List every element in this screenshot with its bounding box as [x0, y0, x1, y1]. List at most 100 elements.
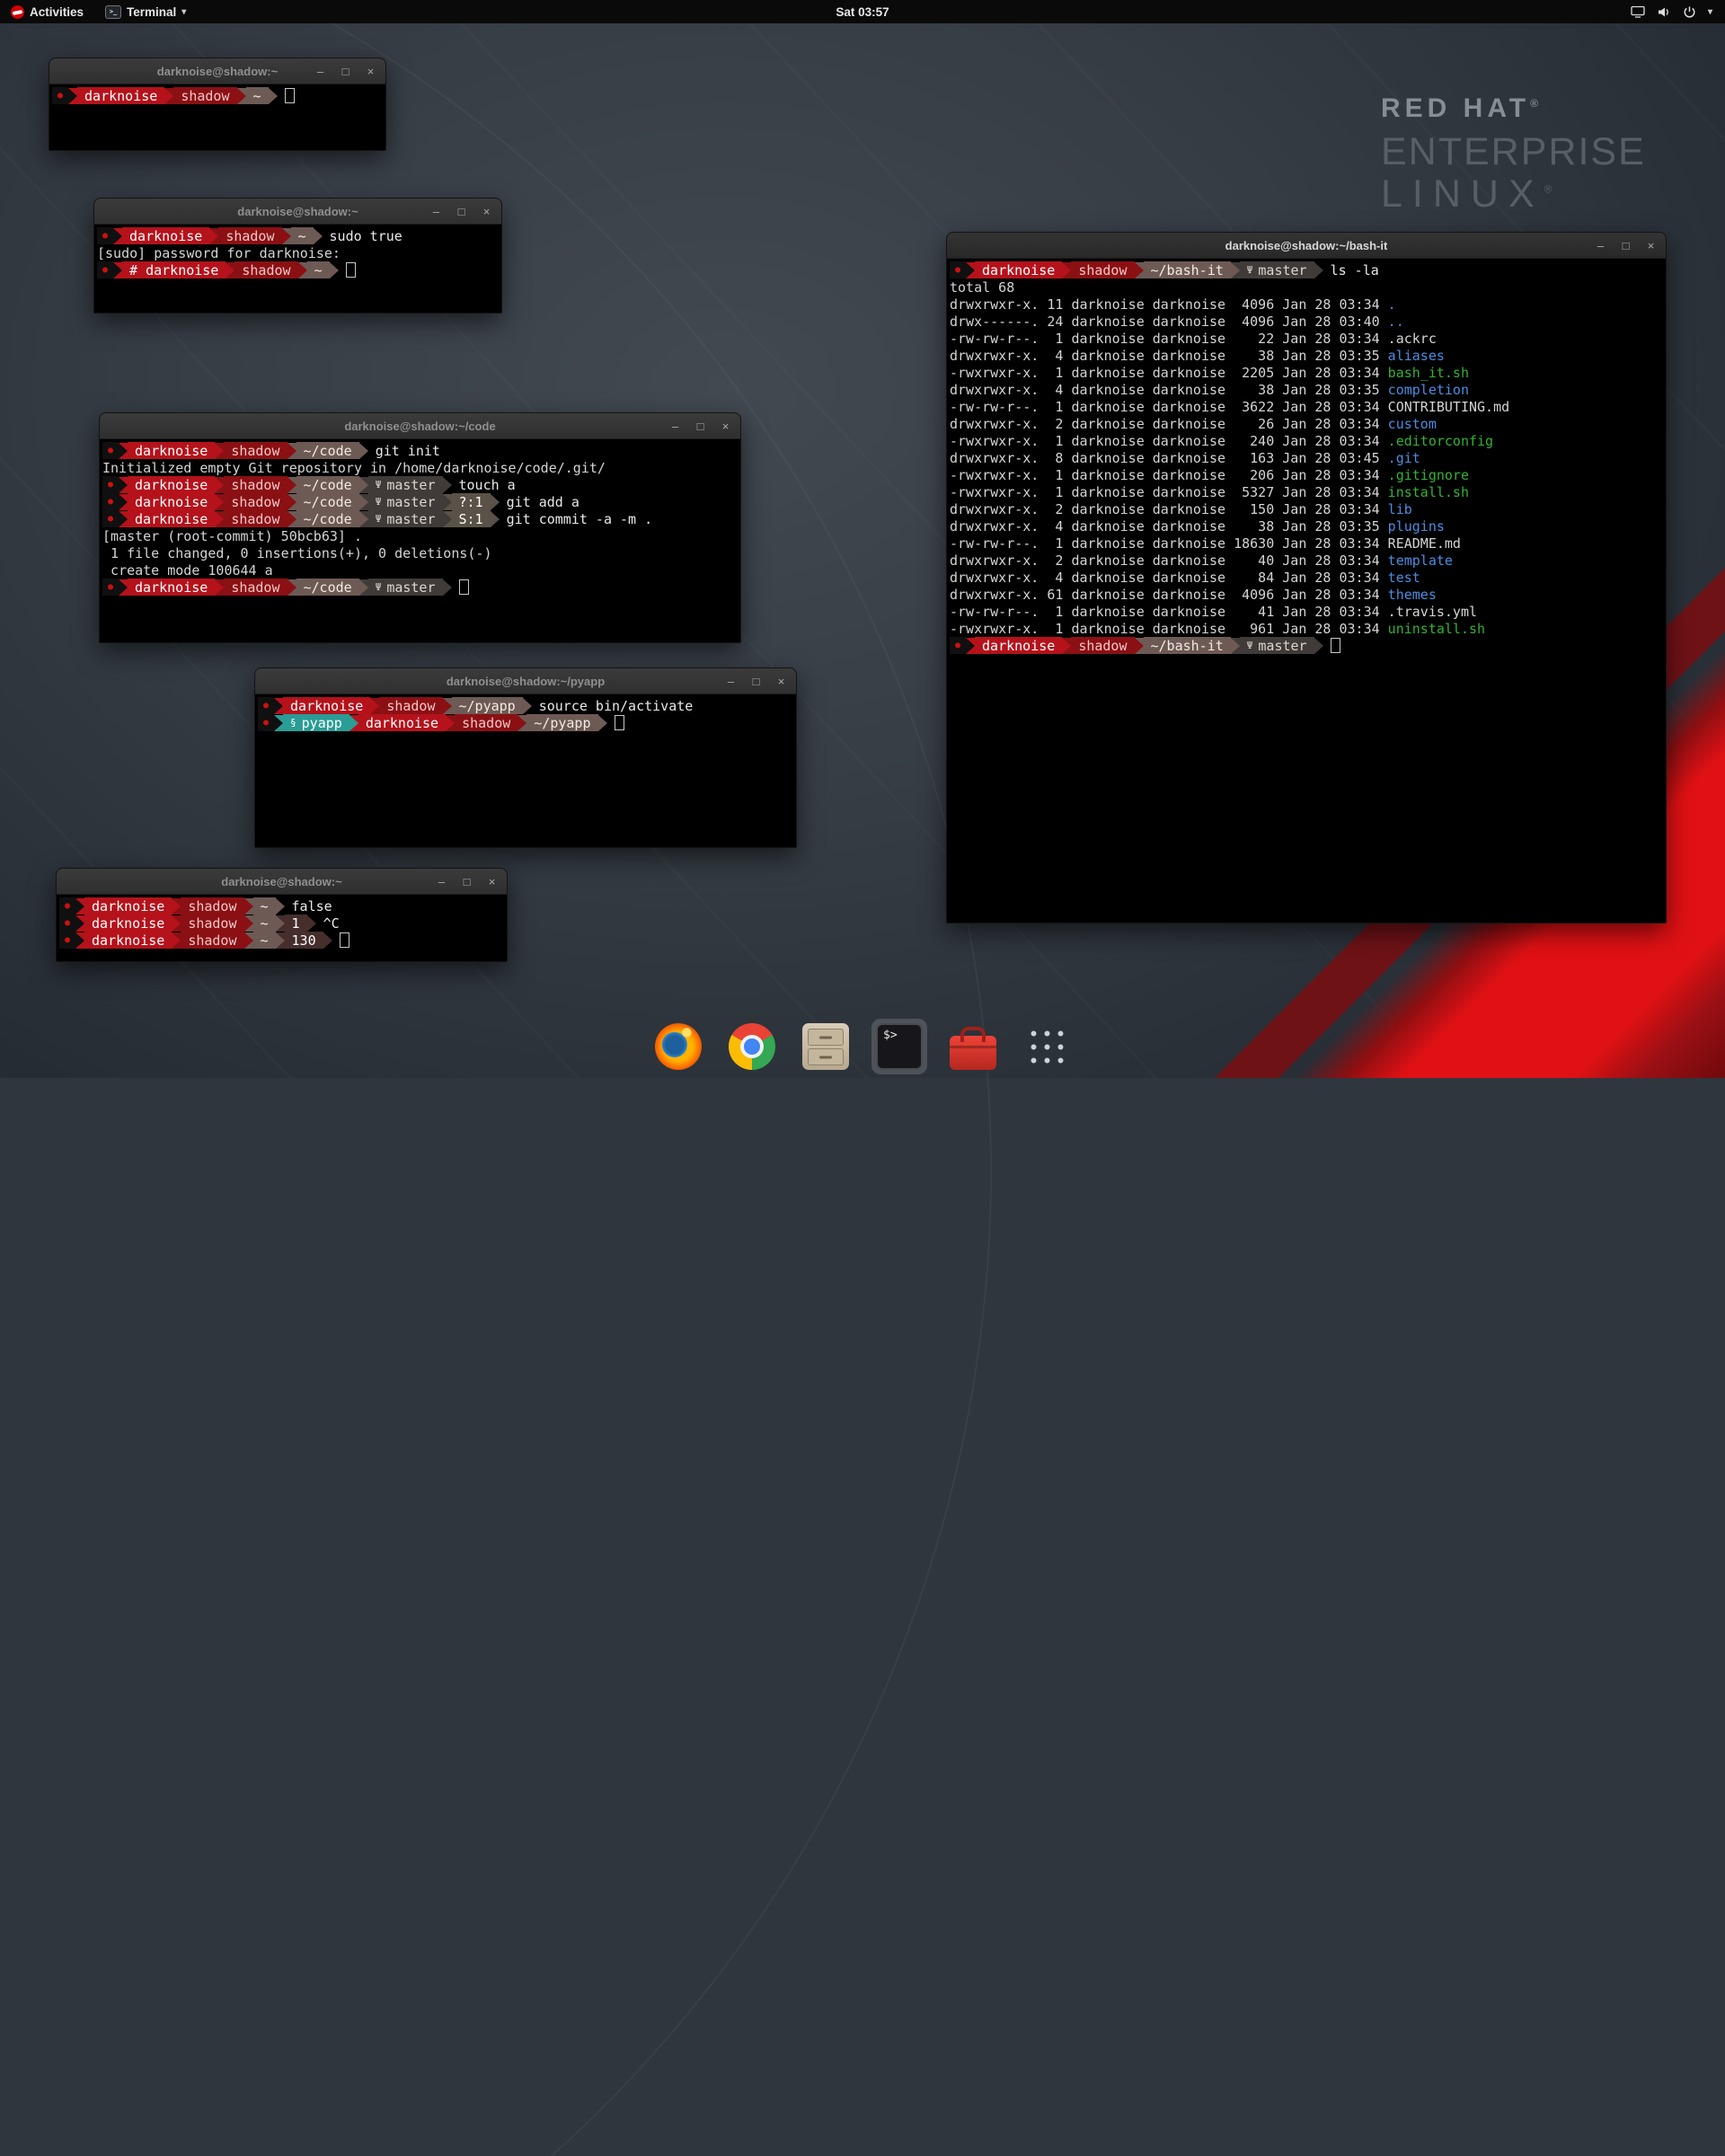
terminal-text: -rw-rw-r--. 1 darknoise darknoise 22 Jan… [950, 331, 1388, 347]
prompt-segment-user: # darknoise [122, 261, 226, 278]
maximize-button[interactable]: □ [340, 66, 351, 77]
terminal-content[interactable]: ●darknoiseshadow~/codegit initInitialize… [100, 439, 740, 642]
prompt-separator [269, 88, 278, 104]
dock-item-show-applications[interactable] [1019, 1019, 1075, 1074]
maximize-button[interactable]: □ [456, 206, 467, 217]
prompt-separator [75, 932, 84, 949]
system-status-area[interactable]: ▾ [1625, 0, 1718, 23]
prompt-separator [215, 511, 224, 527]
prompt-separator [244, 915, 253, 932]
window-titlebar[interactable]: darknoise@shadow:~–□× [57, 869, 507, 895]
prompt-separator [276, 915, 285, 932]
dock-item-files[interactable] [798, 1019, 854, 1074]
maximize-button[interactable]: □ [1620, 240, 1632, 252]
prompt-segment-git: Ψmaster [368, 510, 443, 527]
terminal-line: drwxrwxr-x. 11 darknoise darknoise 4096 … [950, 296, 1664, 313]
terminal-text: drwxrwxr-x. 2 darknoise darknoise 150 Ja… [950, 501, 1388, 517]
prompt-segment-host: shadow [224, 476, 287, 493]
terminal-content[interactable]: ●darknoiseshadow~sudo true[sudo] passwor… [94, 225, 501, 313]
prompt-separator [598, 715, 607, 731]
window-titlebar[interactable]: darknoise@shadow:~/code–□× [100, 413, 740, 439]
terminal-content[interactable]: ●darknoiseshadow~ [49, 84, 385, 150]
terminal-cursor [1331, 638, 1340, 653]
terminal-text: git init [376, 443, 440, 459]
terminal-line: drwxrwxr-x. 61 darknoise darknoise 4096 … [950, 586, 1664, 603]
power-icon [1683, 5, 1696, 19]
minimize-button[interactable]: – [436, 876, 447, 888]
prompt-segment-path: ~/bash-it [1144, 261, 1231, 278]
close-button[interactable]: × [365, 66, 376, 77]
prompt-separator [274, 698, 283, 714]
terminal-content[interactable]: ●darknoiseshadow~false●darknoiseshadow~1… [57, 895, 507, 961]
prompt-segment-user: darknoise [84, 932, 172, 949]
terminal-text: ls -la [1331, 262, 1379, 278]
close-button[interactable]: × [775, 676, 787, 687]
dock-item-firefox[interactable] [650, 1019, 706, 1074]
prompt-separator [276, 898, 285, 915]
window-title: darknoise@shadow:~/bash-it [1225, 239, 1388, 252]
dock-item-toolbox[interactable] [945, 1019, 1001, 1074]
close-button[interactable]: × [1645, 240, 1657, 252]
prompt-segment-user: darknoise [128, 493, 215, 510]
minimize-button[interactable]: – [1595, 240, 1606, 252]
close-button[interactable]: × [486, 876, 498, 888]
window-titlebar[interactable]: darknoise@shadow:~–□× [94, 199, 501, 225]
rhel-wallpaper-logo: RED HAT® ENTERPRISE LINUX® [1381, 93, 1646, 216]
redhat-dot-icon: ● [65, 936, 70, 945]
activities-button[interactable]: Activities [0, 0, 94, 23]
maximize-button[interactable]: □ [461, 876, 473, 888]
terminal-content[interactable]: ●darknoiseshadow~/pyappsource bin/activa… [255, 694, 796, 847]
python-icon: § [290, 718, 296, 728]
prompt-separator [966, 638, 975, 654]
terminal-line: -rw-rw-r--. 1 darknoise darknoise 41 Jan… [950, 603, 1664, 620]
terminal-content[interactable]: ●darknoiseshadow~/bash-itΨmasterls -lato… [947, 259, 1666, 923]
terminal-text: [sudo] password for darknoise: [97, 245, 341, 261]
terminal-text: .editorconfig [1388, 433, 1493, 449]
prompt-separator [443, 494, 452, 510]
prompt-segment-host: shadow [379, 697, 442, 714]
dock-item-chrome[interactable] [724, 1019, 780, 1074]
app-grid-icon [1027, 1027, 1067, 1067]
minimize-button[interactable]: – [314, 66, 326, 77]
prompt-separator [164, 88, 173, 104]
prompt-separator [491, 494, 500, 510]
terminal-text: drwxrwxr-x. 2 darknoise darknoise 26 Jan… [950, 416, 1388, 432]
minimize-button[interactable]: – [669, 420, 681, 432]
window-titlebar[interactable]: darknoise@shadow:~–□× [49, 58, 385, 84]
prompt-separator [119, 494, 128, 510]
minimize-button[interactable]: – [725, 676, 737, 687]
window-titlebar[interactable]: darknoise@shadow:~/bash-it – □ × [947, 233, 1666, 259]
dock-item-terminal[interactable]: $> [871, 1019, 927, 1074]
prompt-segment-path: ~/code [296, 510, 359, 527]
close-button[interactable]: × [720, 420, 731, 432]
maximize-button[interactable]: □ [750, 676, 762, 687]
terminal-cursor [285, 88, 295, 103]
minimize-button[interactable]: – [430, 206, 442, 217]
terminal-line: drwxrwxr-x. 2 darknoise darknoise 40 Jan… [950, 552, 1664, 569]
terminal-text: template [1388, 552, 1453, 569]
terminal-line: 1 file changed, 0 insertions(+), 0 delet… [102, 544, 739, 561]
prompt-segment-redhat: ● [102, 510, 119, 527]
terminal-text: lib [1388, 501, 1412, 517]
app-menu-terminal[interactable]: >_ Terminal ▾ [94, 0, 197, 23]
terminal-text: CONTRIBUTING.md [1388, 399, 1509, 415]
terminal-line: ●darknoiseshadow~sudo true [97, 227, 500, 244]
terminal-line: -rw-rw-r--. 1 darknoise darknoise 3622 J… [950, 398, 1664, 415]
redhat-dot-icon: ● [102, 266, 108, 275]
prompt-separator [349, 715, 358, 731]
close-button[interactable]: × [481, 206, 492, 217]
prompt-segment-host: shadow [224, 493, 287, 510]
terminal-text: .ackrc [1388, 331, 1437, 347]
volume-icon [1657, 5, 1671, 19]
terminal-text: touch a [459, 477, 516, 493]
maximize-button[interactable]: □ [694, 420, 706, 432]
prompt-separator [1062, 638, 1071, 654]
window-titlebar[interactable]: darknoise@shadow:~/pyapp–□× [255, 668, 796, 694]
prompt-segment-path: ~/code [296, 476, 359, 493]
terminal-text: [master (root-commit) 50bcb63] . [102, 528, 362, 544]
prompt-segment-user: darknoise [84, 897, 172, 915]
clock[interactable]: Sat 03:57 [836, 5, 889, 19]
prompt-separator [215, 579, 224, 596]
terminal-text: total 68 [950, 279, 1014, 296]
chevron-down-icon: ▾ [181, 7, 186, 17]
